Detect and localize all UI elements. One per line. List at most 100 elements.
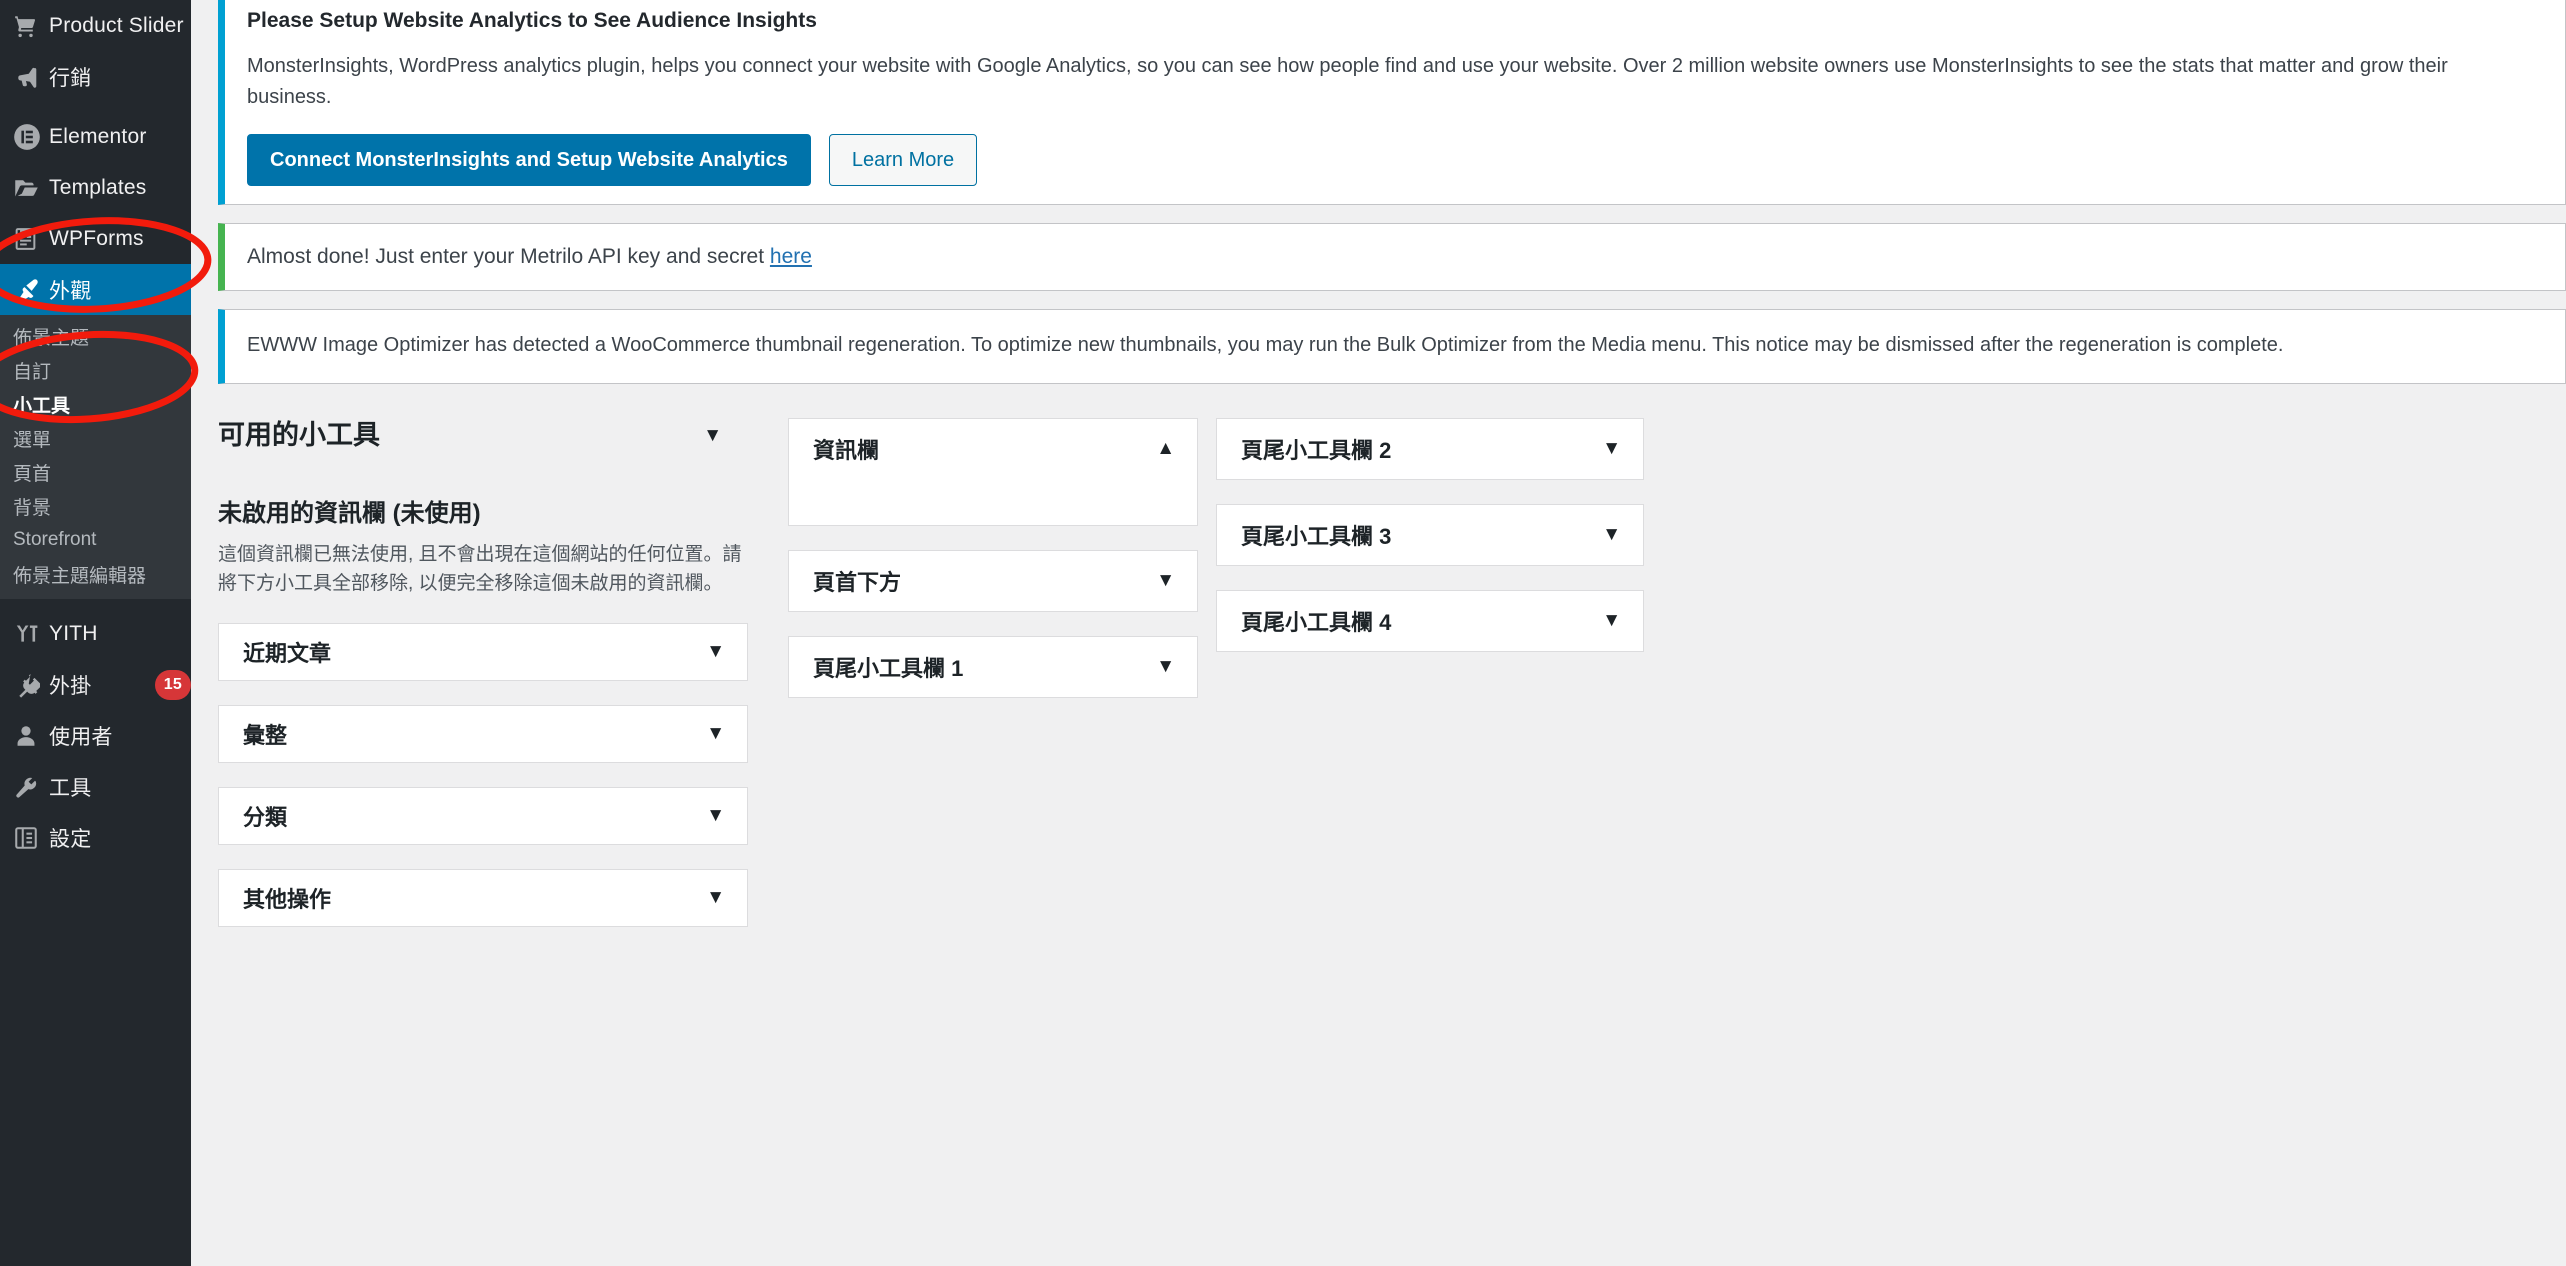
yith-icon	[13, 619, 49, 649]
notice-padding: Please Setup Website Analytics to See Au…	[225, 0, 2565, 204]
chevron-down-icon[interactable]: ▼	[1156, 657, 1175, 676]
sidebar-item-label: 使用者	[49, 725, 113, 749]
submenu-item-label: 自訂	[13, 361, 52, 383]
chevron-down-icon[interactable]: ▼	[706, 888, 725, 907]
widget-area-header[interactable]: 頁首下方 ▼	[789, 551, 1197, 611]
sidebar-item-product-slider[interactable]: Product Slider	[0, 0, 191, 51]
chevron-up-icon[interactable]: ▲	[1156, 439, 1175, 458]
widget-label: 其他操作	[243, 886, 332, 912]
notice-body: MonsterInsights, WordPress analytics plu…	[247, 55, 2448, 108]
plugins-update-badge: 15	[154, 669, 191, 700]
chevron-down-icon[interactable]: ▼	[1602, 439, 1621, 458]
sidebar-item-label: Elementor	[49, 124, 147, 148]
widget-area-header[interactable]: 頁尾小工具欄 1 ▼	[789, 637, 1197, 697]
chevron-down-icon[interactable]: ▼	[706, 642, 725, 661]
widget-area-below-header[interactable]: 頁首下方 ▼	[788, 549, 1198, 612]
widget-area-label: 頁尾小工具欄 4	[1241, 609, 1392, 635]
megaphone-icon	[13, 62, 49, 92]
learn-more-button[interactable]: Learn More	[828, 134, 978, 187]
elementor-icon	[13, 122, 49, 152]
connect-monsterinsights-button[interactable]: Connect MonsterInsights and Setup Websit…	[247, 134, 811, 187]
folder-icon	[13, 173, 49, 203]
sidebar-item-label: WPForms	[49, 226, 144, 250]
notice-body: EWWW Image Optimizer has detected a WooC…	[247, 334, 2284, 357]
notice-monsterinsights: Please Setup Website Analytics to See Au…	[218, 0, 2566, 206]
widget-area-header[interactable]: 頁尾小工具欄 2 ▼	[1217, 419, 1643, 479]
paintbrush-icon	[13, 275, 49, 305]
chevron-down-icon[interactable]: ▼	[1602, 525, 1621, 544]
wrench-icon	[13, 772, 49, 802]
widget-area-footer-3[interactable]: 頁尾小工具欄 3 ▼	[1216, 503, 1644, 566]
submenu-item-label: 佈景主題	[13, 327, 90, 349]
chevron-down-icon[interactable]: ▼	[706, 724, 725, 743]
chevron-down-icon[interactable]: ▼	[703, 426, 722, 445]
widgets-layout: 可用的小工具 ▼ 未啟用的資訊欄 (未使用) 這個資訊欄已無法使用, 且不會出現…	[218, 402, 2566, 927]
widget-area-footer-4[interactable]: 頁尾小工具欄 4 ▼	[1216, 589, 1644, 652]
sidebar-item-plugins[interactable]: 外掛 15	[0, 659, 191, 710]
sidebar-item-marketing[interactable]: 行銷	[0, 51, 191, 102]
widget-item-recent-posts[interactable]: 近期文章 ▼	[218, 622, 748, 681]
sidebar-item-label: 外觀	[49, 279, 92, 303]
widget-area-label: 頁首下方	[813, 569, 902, 595]
submenu-item-label: 頁首	[13, 463, 52, 485]
widget-item-meta[interactable]: 其他操作 ▼	[218, 868, 748, 927]
admin-screen: Product Slider 行銷 Elementor Templates WP…	[0, 0, 2566, 1266]
submenu-item-label: 背景	[13, 497, 52, 519]
widget-area-sidebar[interactable]: 資訊欄 ▲	[788, 417, 1198, 526]
submenu-item-label: 小工具	[13, 395, 71, 417]
widget-item-categories[interactable]: 分類 ▼	[218, 786, 748, 845]
submenu-item-background[interactable]: 背景	[0, 489, 191, 523]
notice-ewww: EWWW Image Optimizer has detected a WooC…	[218, 309, 2566, 384]
sidebar-item-label: Templates	[49, 175, 147, 199]
available-widgets-column: 可用的小工具 ▼ 未啟用的資訊欄 (未使用) 這個資訊欄已無法使用, 且不會出現…	[218, 418, 788, 927]
available-widgets-header[interactable]: 可用的小工具 ▼	[218, 418, 748, 453]
sidebar-item-label: Product Slider	[49, 13, 184, 37]
submenu-item-header[interactable]: 頁首	[0, 455, 191, 489]
user-icon	[13, 721, 49, 751]
page-title: 可用的小工具	[218, 419, 380, 450]
sidebar-item-elementor[interactable]: Elementor	[0, 111, 191, 162]
submenu-item-label: Storefront	[13, 529, 97, 550]
sidebar-item-wpforms[interactable]: WPForms	[0, 213, 191, 264]
sidebar-item-users[interactable]: 使用者	[0, 710, 191, 761]
submenu-item-themes[interactable]: 佈景主題	[0, 319, 191, 353]
sidebar-item-templates[interactable]: Templates	[0, 162, 191, 213]
main-inner: Please Setup Website Analytics to See Au…	[191, 0, 2566, 927]
chevron-down-icon[interactable]: ▼	[1602, 611, 1621, 630]
widget-area-footer-1[interactable]: 頁尾小工具欄 1 ▼	[788, 635, 1198, 698]
sidebar-item-yith[interactable]: YITH	[0, 608, 191, 659]
chevron-down-icon[interactable]: ▼	[706, 806, 725, 825]
sidebar-item-tools[interactable]: 工具	[0, 761, 191, 812]
widget-area-label: 頁尾小工具欄 2	[1241, 437, 1392, 463]
sidebar-item-appearance[interactable]: 外觀	[0, 264, 191, 315]
sidebar-item-label: 工具	[49, 776, 92, 800]
sidebar-item-label: YITH	[49, 621, 98, 645]
sidebar-item-label: 外掛	[49, 674, 92, 698]
metrilo-here-link[interactable]: here	[770, 245, 812, 268]
submenu-item-widgets[interactable]: 小工具	[0, 387, 191, 421]
widget-area-header[interactable]: 資訊欄 ▲	[789, 419, 1197, 479]
submenu-item-storefront[interactable]: Storefront	[0, 523, 191, 557]
menu-separator	[0, 599, 191, 608]
widget-areas-right-column: 頁尾小工具欄 2 ▼ 頁尾小工具欄 3 ▼ 頁尾小工具欄 4 ▼	[1216, 417, 1644, 927]
inactive-sidebar-description: 這個資訊欄已無法使用, 且不會出現在這個網站的任何位置。請將下方小工具全部移除,…	[218, 543, 742, 595]
notice-actions: Connect MonsterInsights and Setup Websit…	[247, 134, 2543, 187]
notice-padding: EWWW Image Optimizer has detected a WooC…	[225, 310, 2565, 383]
main-content: Please Setup Website Analytics to See Au…	[191, 0, 2566, 1266]
widget-area-footer-2[interactable]: 頁尾小工具欄 2 ▼	[1216, 417, 1644, 480]
plug-icon	[13, 670, 49, 700]
widget-area-header[interactable]: 頁尾小工具欄 4 ▼	[1217, 591, 1643, 651]
submenu-item-label: 佈景主題編輯器	[13, 565, 147, 587]
submenu-item-customize[interactable]: 自訂	[0, 353, 191, 387]
widget-area-header[interactable]: 頁尾小工具欄 3 ▼	[1217, 505, 1643, 565]
settings-icon	[13, 823, 49, 853]
widget-item-archives[interactable]: 彙整 ▼	[218, 704, 748, 763]
notice-body: Almost done! Just enter your Metrilo API…	[225, 224, 2565, 290]
notice-metrilo: Almost done! Just enter your Metrilo API…	[218, 223, 2566, 292]
submenu-item-theme-editor[interactable]: 佈景主題編輯器	[0, 557, 191, 591]
sidebar-item-settings[interactable]: 設定	[0, 812, 191, 863]
widget-area-dropzone[interactable]	[789, 479, 1197, 525]
inactive-sidebar-title: 未啟用的資訊欄 (未使用)	[218, 499, 481, 527]
chevron-down-icon[interactable]: ▼	[1156, 571, 1175, 590]
submenu-item-menus[interactable]: 選單	[0, 421, 191, 455]
